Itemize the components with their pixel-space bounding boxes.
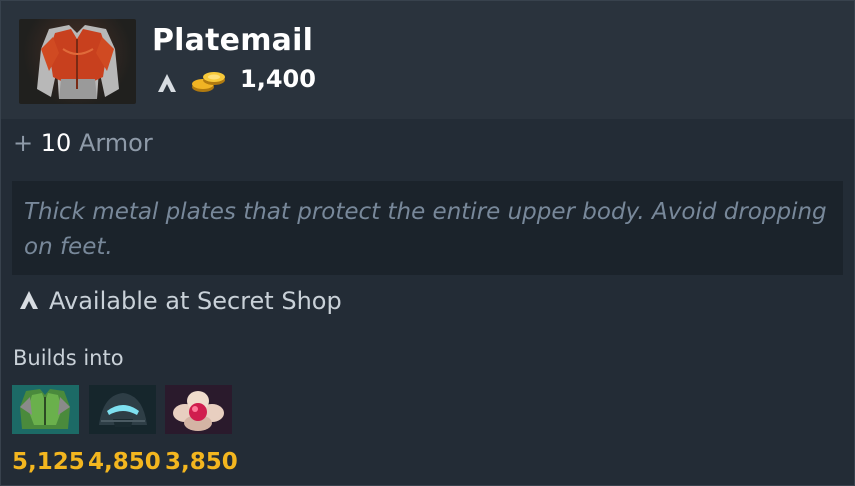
secret-shop-icon: [20, 291, 38, 309]
stat-plus: +: [13, 129, 34, 157]
stat-armor: + 10 Armor: [13, 129, 153, 157]
tooltip-header: Platemail 1,400: [1, 1, 854, 119]
gold-coins-icon: [192, 72, 225, 92]
availability-text: Available at Secret Shop: [49, 287, 342, 315]
item-tooltip: Platemail 1,400 + 10 Armor Thick metal p…: [0, 0, 855, 486]
lotus-icon[interactable]: [165, 385, 232, 434]
build-cost-2: 4,850: [88, 449, 161, 475]
availability: Available at Secret Shop: [17, 287, 342, 315]
item-title: Platemail: [152, 23, 314, 58]
secret-shop-icon: [158, 74, 176, 92]
stat-value: 10: [40, 129, 72, 157]
build-cost-3: 3,850: [165, 449, 238, 475]
build-cost-1: 5,125: [12, 449, 85, 475]
platemail-icon: [19, 19, 136, 104]
item-lore: Thick metal plates that protect the enti…: [12, 181, 843, 275]
helm-icon[interactable]: [89, 385, 156, 434]
green-armor-icon[interactable]: [12, 385, 79, 434]
builds-into-label: Builds into: [13, 346, 124, 370]
stat-label: Armor: [78, 129, 153, 157]
item-cost: 1,400: [240, 65, 316, 93]
